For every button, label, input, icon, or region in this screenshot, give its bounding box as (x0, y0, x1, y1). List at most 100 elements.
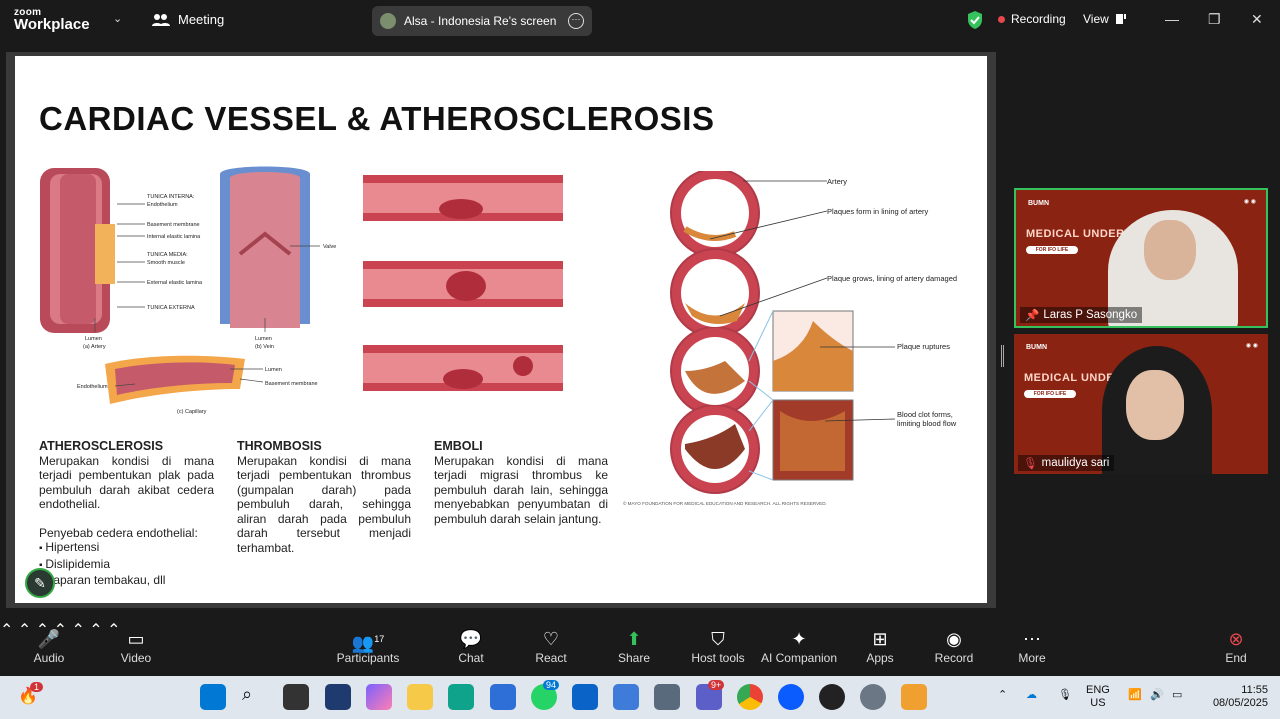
clock-time: 11:55 (1241, 684, 1268, 696)
camera-icon: ▭ (127, 629, 145, 649)
microphone-icon[interactable]: 🎙 (1058, 689, 1072, 702)
label-plaque-ruptures: Plaque ruptures (897, 342, 950, 351)
thrombosis-body: Merupakan kondisi di mana terjadi pemben… (237, 453, 411, 555)
audio-button[interactable]: 🎤 Audio (30, 627, 68, 665)
search-icon[interactable]: ⌕ (242, 684, 268, 710)
restore-icon[interactable]: ❐ (1208, 11, 1221, 28)
meeting-controls: 🎤 Audio ⌃ ▭ Video ⌃ 👥17 Participants ⌃ 💬 Cha… (0, 620, 1280, 674)
snipping-tool-icon[interactable] (901, 684, 927, 710)
end-button[interactable]: ⊗ End (1220, 627, 1252, 665)
vessel-anatomy-diagram: TUNICA INTERNA: Endothelium Basement mem… (40, 166, 336, 415)
chat-button[interactable]: 💬 Chat (454, 627, 488, 665)
notification-badge: 1 (30, 682, 44, 692)
label-internal-elastic: Internal elastic lamina (147, 234, 201, 240)
settings-icon[interactable] (860, 684, 886, 710)
media-player-icon[interactable] (819, 684, 845, 710)
security-shield-icon[interactable] (966, 10, 984, 30)
teams-badge: 9+ (708, 680, 725, 690)
task-view-icon[interactable] (283, 684, 309, 710)
screen-share-pill[interactable]: Alsa - Indonesia Re's screen ··· (372, 6, 592, 36)
indonesiare-logo: ◉ ◉ (1243, 199, 1256, 205)
pen-app-icon[interactable] (654, 684, 680, 710)
indonesiare-logo: ◉ ◉ (1245, 343, 1258, 349)
host-tools-button[interactable]: ⛉ Host tools (690, 627, 746, 665)
atherosclerosis-section: ATHEROSCLEROSIS Merupakan kondisi di man… (39, 439, 214, 590)
presenter-avatar (380, 13, 396, 29)
react-button[interactable]: ♡ React (534, 627, 568, 665)
mayo-copyright: © MAYO FOUNDATION FOR MEDICAL EDUCATION … (623, 500, 827, 506)
participant-name-tag: 🎙 maulidya sari (1018, 455, 1115, 471)
outlook-icon[interactable] (572, 684, 598, 710)
emboli-heading: EMBOLI (434, 439, 483, 453)
thrombosis-heading: THROMBOSIS (237, 439, 322, 453)
record-button[interactable]: ◉ Record (934, 627, 974, 665)
slide-title: CARDIAC VESSEL & ATHEROSCLEROSIS (39, 100, 715, 137)
video-tile[interactable]: BUMN ◉ ◉ MEDICAL UNDE AINING FOR IFO LIF… (1014, 334, 1268, 474)
plaque-progression-diagram: Artery Plaques form in lining of artery … (623, 171, 957, 506)
clock-date: 08/05/2025 (1212, 697, 1268, 709)
more-icon[interactable]: ··· (568, 13, 584, 29)
zoom-taskbar-icon[interactable] (778, 684, 804, 710)
audio-label: Audio (33, 651, 65, 665)
shield-icon: ⛉ (711, 629, 725, 649)
video-label: Video (120, 651, 152, 665)
cause-item: Paparan tembakau, dll (39, 573, 214, 590)
more-icon: ⋯ (1023, 629, 1041, 649)
onedrive-icon[interactable]: ☁ (1026, 689, 1037, 702)
wifi-icon[interactable]: 📶 (1128, 689, 1142, 702)
meeting-menu[interactable]: Meeting (152, 12, 224, 27)
banner-subtag: FOR IFO LIFE (1026, 246, 1078, 254)
zoom-logo[interactable]: zoom Workplace (14, 7, 90, 32)
apps-label: Apps (866, 651, 894, 665)
more-button[interactable]: ⋯ More (1014, 627, 1050, 665)
participant-face (1144, 220, 1196, 280)
view-button[interactable]: View (1083, 12, 1127, 26)
clock[interactable]: 11:55 08/05/2025 (1200, 684, 1268, 710)
host-tools-label: Host tools (691, 651, 745, 665)
ai-label: AI Companion (760, 651, 838, 665)
meeting-label: Meeting (178, 12, 225, 27)
share-label: Alsa - Indonesia Re's screen (404, 14, 557, 28)
tray-chevron-icon[interactable]: ⌃ (998, 689, 1007, 702)
language-indicator[interactable]: ENG US (1086, 684, 1110, 710)
participants-button[interactable]: 👥17 Participants (336, 627, 400, 665)
audio-options-chevron-icon[interactable]: ⌃ (0, 622, 13, 639)
volume-icon[interactable]: 🔊 (1150, 689, 1164, 702)
causes-title: Penyebab cedera endothelial: (39, 525, 198, 540)
participant-name-tag: 📌 Laras P Sasongko (1020, 307, 1143, 323)
participants-icon: 👥17 (351, 633, 385, 653)
file-explorer-icon[interactable] (407, 684, 433, 710)
recording-indicator[interactable]: Recording (998, 12, 1066, 26)
ai-companion-button[interactable]: ✦ AI Companion (760, 627, 838, 665)
battery-icon[interactable]: ▭ (1172, 689, 1182, 702)
apps-button[interactable]: ⊞ Apps (863, 627, 897, 665)
label-tunica-interna: TUNICA INTERNA: (147, 194, 195, 200)
windows-start-icon[interactable] (200, 684, 226, 710)
chevron-down-icon[interactable]: ⌄ (113, 12, 122, 25)
elo-app-icon[interactable] (325, 684, 351, 710)
minimize-icon[interactable]: — (1165, 11, 1179, 27)
whatsapp-badge: 94 (543, 680, 560, 690)
label-lumen-a: Lumen (85, 336, 102, 342)
cause-item: Hipertensi (39, 540, 214, 557)
panel-resize-handle[interactable] (1001, 345, 1004, 367)
react-chevron-icon[interactable]: ⌃ (71, 622, 84, 639)
react-label: React (535, 651, 567, 665)
share-button[interactable]: ⬆ Share (617, 627, 651, 665)
video-tile-speaker[interactable]: BUMN ◉ ◉ MEDICAL UNDERW AINING FOR IFO L… (1014, 188, 1268, 328)
close-icon[interactable]: ✕ (1251, 11, 1263, 28)
label-capillary: (c) Capillary (177, 409, 207, 415)
label-smooth-muscle: Smooth muscle (147, 260, 185, 266)
label-valve: Valve (323, 244, 336, 250)
copilot-icon[interactable] (366, 684, 392, 710)
annotate-pen-icon[interactable]: ✎ (25, 568, 55, 598)
edge-icon[interactable] (448, 684, 474, 710)
store-icon[interactable] (490, 684, 516, 710)
record-label: Record (934, 651, 974, 665)
chat-icon: 💬 (459, 629, 483, 649)
chrome-icon[interactable] (737, 684, 763, 710)
video-button[interactable]: ▭ Video (117, 627, 155, 665)
muted-mic-icon: 🎙 (1023, 458, 1038, 470)
calendar-app-icon[interactable] (613, 684, 639, 710)
share-chevron-icon[interactable]: ⌃ (89, 622, 102, 639)
